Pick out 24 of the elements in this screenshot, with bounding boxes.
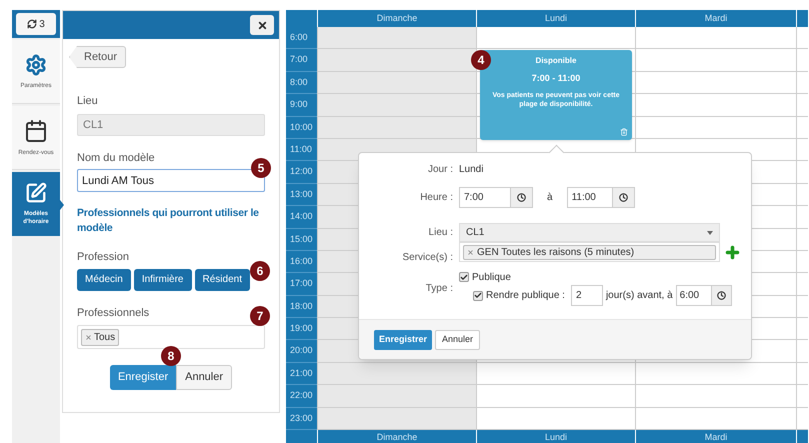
day-header: Dimanche <box>317 430 476 443</box>
section-title: Professionnels qui pourront utiliser le modèle <box>77 206 260 236</box>
professionals-label: Professionnels <box>77 306 150 320</box>
time-label: Heure : <box>419 190 454 204</box>
location-label: Lieu : <box>428 226 454 240</box>
step-number-badge: 7 <box>250 306 270 326</box>
template-name-label: Nom du modèle <box>77 150 156 166</box>
make-public-label: Rendre publique : <box>486 289 565 303</box>
step-number-badge: 5 <box>251 158 271 178</box>
location-label: Lieu <box>77 94 99 109</box>
event-time: 7:00 - 11:00 <box>532 72 580 85</box>
day-label: Jour : <box>426 163 454 177</box>
time-separator: à <box>547 190 553 204</box>
services-label: Service(s) : <box>401 251 454 265</box>
step-number-badge: 6 <box>250 261 270 281</box>
type-label: Type : <box>424 282 454 296</box>
event-title: Disponible <box>536 55 576 67</box>
step-number-badge: 8 <box>161 346 181 366</box>
days-suffix: jour(s) avant, à <box>606 289 673 303</box>
day-header: Mardi <box>635 430 796 443</box>
public-label: Publique <box>472 270 511 284</box>
day-header: Lundi <box>476 430 635 443</box>
day-value: Lundi <box>459 163 484 177</box>
profession-label: Profession <box>77 250 130 265</box>
